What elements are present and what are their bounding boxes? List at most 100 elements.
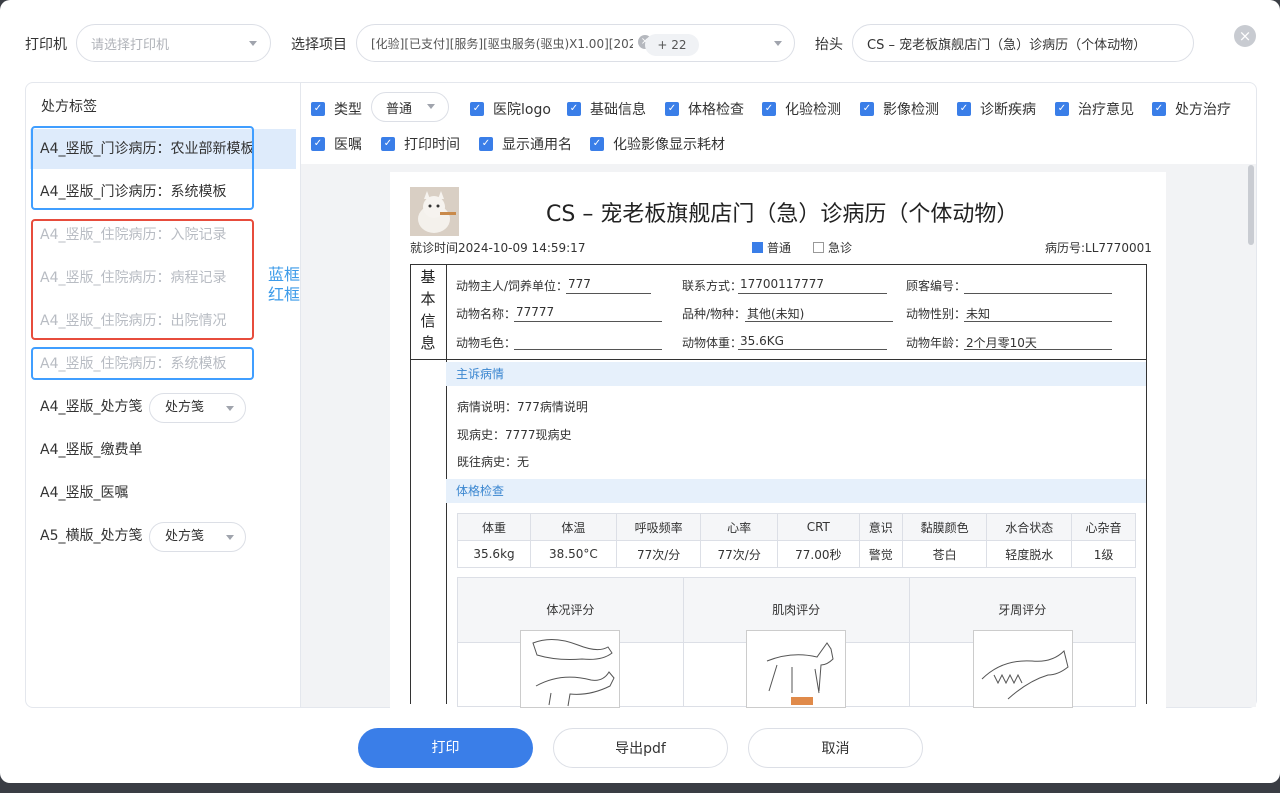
muscle-score-illustration: [746, 630, 846, 708]
visit-emergency-label: 急诊: [828, 241, 853, 255]
printer-placeholder: 请选择打印机: [91, 37, 170, 53]
visit-type-normal: 普通: [752, 239, 791, 256]
table-cell: 77次/分: [700, 540, 778, 568]
underline: [566, 293, 651, 294]
checkbox-checked-icon[interactable]: ✓: [567, 102, 581, 116]
exam-section-title: 体格检查: [446, 479, 1146, 503]
contact-value: 17700117777: [740, 277, 824, 291]
option-type-label: 类型: [334, 102, 362, 118]
complaint-description: 病情说明：777病情说明: [457, 400, 588, 414]
hospital-logo: [410, 187, 459, 236]
print-button[interactable]: 打印: [358, 728, 533, 768]
dental-score-illustration: [973, 630, 1073, 708]
basic-info-char: 基: [420, 268, 436, 286]
table-header-cell: 水合状态: [986, 513, 1073, 541]
checkbox-checked-icon[interactable]: ✓: [860, 102, 874, 116]
basic-info-char: 本: [420, 290, 436, 308]
weight-value: 35.6KG: [740, 334, 784, 348]
pet-name-label: 动物名称：: [456, 307, 517, 321]
sidebar-item-a4-orders[interactable]: A4_竖版_医嘱: [30, 473, 296, 513]
contact-label: 联系方式：: [682, 279, 743, 293]
export-pdf-button[interactable]: 导出pdf: [553, 728, 728, 768]
basic-info-char: 息: [420, 334, 436, 352]
option-hospital-logo[interactable]: ✓ 医院logo: [470, 99, 551, 119]
pet-name-value: 77777: [516, 305, 555, 319]
blue-frame-inpatient-system: [31, 347, 254, 380]
table-border: [1146, 359, 1147, 704]
visit-type-emergency: 急诊: [813, 239, 852, 256]
type-select-value: 普通: [386, 101, 413, 117]
underline: [964, 293, 1112, 294]
header-input[interactable]: CS – 宠老板旗舰店门（急）诊病历（个体动物）: [852, 24, 1194, 62]
table-border: [410, 359, 411, 704]
project-select[interactable]: [化验][已支付][服务][驱虫服务(驱虫)X1.00][202...: [356, 24, 795, 62]
option-diagnosis[interactable]: ✓ 诊断疾病: [957, 99, 1036, 119]
type-select[interactable]: 普通: [371, 92, 449, 122]
past-history: 既往病史：无: [457, 455, 530, 469]
table-header-cell: 体温: [530, 513, 617, 541]
red-frame-inpatient: [31, 219, 254, 340]
checkbox-checked-icon[interactable]: ✓: [1152, 102, 1166, 116]
table-cell: 38.50°C: [530, 540, 617, 568]
close-icon[interactable]: ×: [1234, 25, 1256, 47]
prescription-type-value: 处方笺: [165, 529, 205, 544]
basic-info-char: 信: [420, 312, 436, 330]
option-physical-exam[interactable]: ✓ 体格检查: [665, 99, 744, 119]
printer-select[interactable]: 请选择打印机: [76, 24, 271, 62]
project-label: 选择项目: [291, 37, 347, 53]
option-lab-test[interactable]: ✓ 化验检测: [762, 99, 841, 119]
table-header-cell: 黏膜颜色: [901, 513, 988, 541]
checkbox-checked-icon[interactable]: ✓: [311, 137, 325, 151]
table-cell: 1级: [1071, 540, 1136, 568]
checkbox-checked-icon[interactable]: ✓: [957, 102, 971, 116]
visit-time: 就诊时间2024-10-09 14:59:17: [410, 241, 586, 255]
table-cell: 轻度脱水: [986, 540, 1073, 568]
checkbox-checked-icon[interactable]: ✓: [762, 102, 776, 116]
prescription-type-value: 处方笺: [165, 400, 205, 415]
project-selected-tag: [化验][已支付][服务][驱虫服务(驱虫)X1.00][202...: [371, 36, 633, 51]
option-print-time[interactable]: ✓ 打印时间: [381, 134, 460, 154]
option-generic-name[interactable]: ✓ 显示通用名: [479, 134, 572, 154]
underline: [745, 321, 893, 322]
option-imaging[interactable]: ✓ 影像检测: [860, 99, 939, 119]
breed-label: 品种/物种：: [682, 307, 747, 321]
checkbox-checked-icon[interactable]: ✓: [665, 102, 679, 116]
option-label: 化验影像显示耗材: [613, 137, 725, 153]
current-history: 现病史：7777现病史: [457, 428, 572, 442]
option-label: 显示通用名: [502, 137, 572, 153]
table-header-cell: 意识: [858, 513, 903, 541]
body-score-illustration: [520, 630, 620, 708]
age-label: 动物年龄：: [906, 336, 967, 350]
checkbox-checked-icon[interactable]: ✓: [381, 137, 395, 151]
preview-title: CS – 宠老板旗舰店门（急）诊病历（个体动物）: [546, 202, 1019, 227]
chevron-down-icon: [226, 406, 234, 411]
chevron-down-icon: [427, 104, 435, 109]
sidebar-item-a4-payment[interactable]: A4_竖版_缴费单: [30, 430, 296, 470]
project-more-tag[interactable]: + 22: [645, 34, 699, 56]
blue-frame-outpatient: [31, 126, 254, 210]
checkbox-checked-icon[interactable]: ✓: [590, 137, 604, 151]
option-label: 医嘱: [334, 137, 362, 153]
checkbox-checked-icon: [752, 242, 763, 253]
table-cell: 35.6kg: [457, 540, 531, 568]
color-label: 动物毛色：: [456, 336, 517, 350]
preview-scrollbar[interactable]: [1248, 165, 1254, 245]
option-type[interactable]: ✓ 类型: [311, 99, 362, 119]
table-header-cell: 呼吸频率: [615, 513, 702, 541]
option-consumables[interactable]: ✓ 化验影像显示耗材: [590, 134, 725, 154]
option-label: 化验检测: [785, 102, 841, 118]
checkbox-checked-icon[interactable]: ✓: [479, 137, 493, 151]
cancel-button[interactable]: 取消: [748, 728, 923, 768]
option-basic-info[interactable]: ✓ 基础信息: [567, 99, 646, 119]
option-medical-orders[interactable]: ✓ 医嘱: [311, 134, 362, 154]
table-cell: 苍白: [901, 540, 988, 568]
checkbox-checked-icon[interactable]: ✓: [1055, 102, 1069, 116]
option-treatment-opinion[interactable]: ✓ 治疗意见: [1055, 99, 1134, 119]
option-label: 处方治疗: [1175, 102, 1231, 118]
table-cell: 警觉: [858, 540, 903, 568]
option-prescription-treatment[interactable]: ✓ 处方治疗: [1152, 99, 1231, 119]
checkbox-checked-icon[interactable]: ✓: [470, 102, 484, 116]
table-cell: 77.00秒: [776, 540, 860, 568]
underline: [514, 349, 662, 350]
checkbox-checked-icon[interactable]: ✓: [311, 102, 325, 116]
